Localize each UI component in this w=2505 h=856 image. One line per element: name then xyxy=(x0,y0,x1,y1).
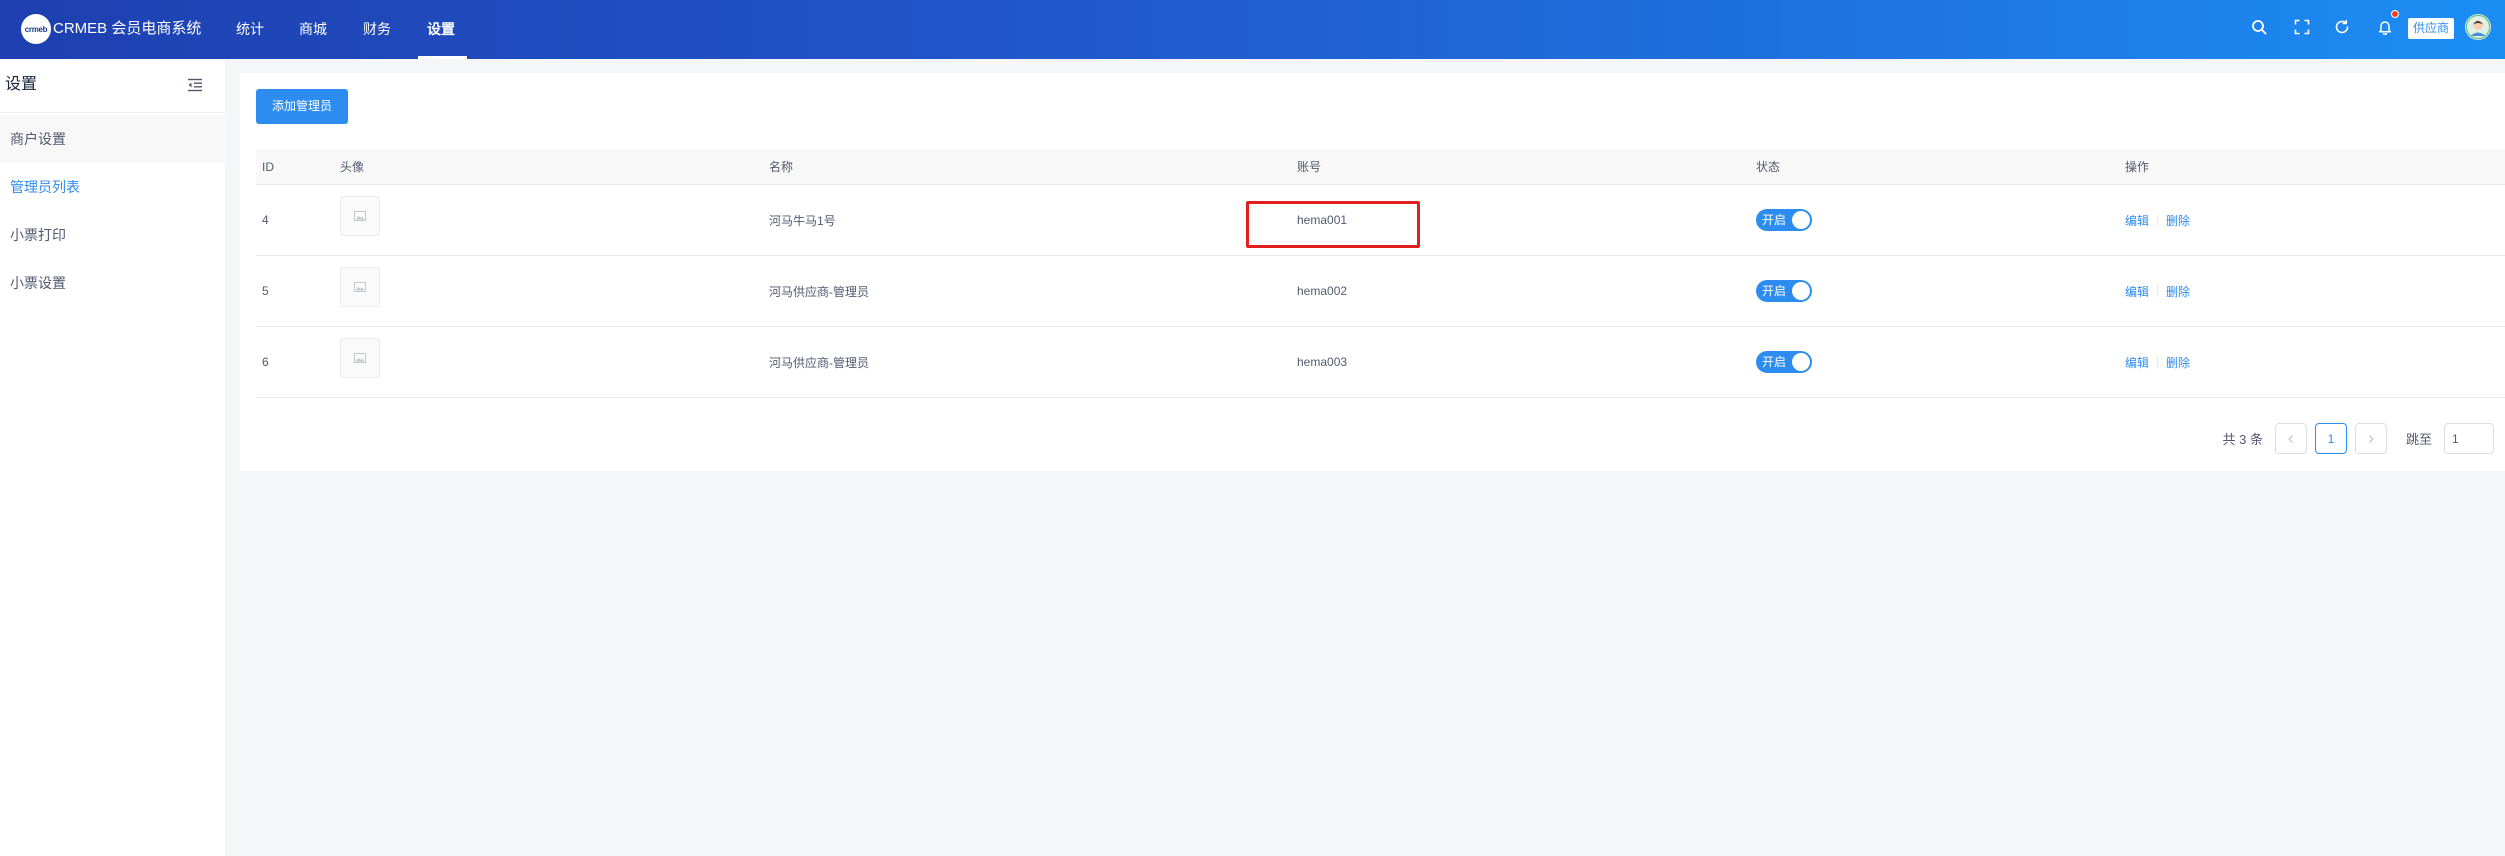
notification-dot xyxy=(2391,10,2399,18)
status-switch[interactable]: 开启 xyxy=(1756,351,1812,373)
edit-link[interactable]: 编辑 xyxy=(2125,212,2149,229)
brand-logo[interactable]: crmeb xyxy=(21,14,51,44)
action-divider xyxy=(2157,214,2159,226)
pagination-jump-input[interactable] xyxy=(2444,423,2494,454)
image-placeholder-icon xyxy=(354,211,366,221)
admin-table: ID 头像 名称 账号 状态 操作 4 河马牛马1号 hema001 开启 编辑… xyxy=(256,149,2505,398)
admin-avatar[interactable] xyxy=(340,196,380,236)
cell-actions: 编辑 删除 xyxy=(2119,256,2505,326)
sidebar-header: 设置 xyxy=(0,59,225,113)
status-switch[interactable]: 开启 xyxy=(1756,280,1812,302)
status-switch-label: 开启 xyxy=(1762,284,1787,298)
edit-link[interactable]: 编辑 xyxy=(2125,354,2149,371)
image-placeholder-icon xyxy=(354,353,366,363)
delete-link[interactable]: 删除 xyxy=(2166,212,2190,229)
switch-knob xyxy=(1792,211,1810,229)
table-row: 6 河马供应商-管理员 hema003 开启 编辑 删除 xyxy=(256,327,2505,398)
edit-link[interactable]: 编辑 xyxy=(2125,283,2149,300)
cell-id: 4 xyxy=(262,213,269,227)
cell-avatar xyxy=(334,327,763,397)
switch-knob xyxy=(1792,282,1810,300)
user-avatar[interactable] xyxy=(2465,14,2491,40)
column-header-id: ID xyxy=(262,159,274,174)
sidebar-title: 设置 xyxy=(5,76,38,93)
chevron-left-icon xyxy=(2288,434,2293,443)
switch-knob xyxy=(1792,353,1810,371)
image-placeholder-icon xyxy=(354,282,366,292)
sidebar: 设置 商户设置 管理员列表 小票打印 小票设置 xyxy=(0,59,225,856)
cell-avatar xyxy=(334,185,763,255)
pagination: 共 3 条 1 跳至 xyxy=(2223,423,2494,454)
action-divider xyxy=(2157,285,2159,297)
cell-account: hema001 xyxy=(1297,213,1348,227)
action-divider xyxy=(2157,356,2159,368)
nav-item-stats[interactable]: 统计 xyxy=(236,0,264,59)
nav-active-indicator xyxy=(418,56,467,59)
sidebar-item-merchant-settings[interactable]: 商户设置 xyxy=(0,115,225,163)
column-header-actions: 操作 xyxy=(2125,160,2150,174)
status-switch[interactable]: 开启 xyxy=(1756,209,1812,231)
column-header-avatar: 头像 xyxy=(340,160,365,174)
chevron-right-icon xyxy=(2369,434,2374,443)
sidebar-item-receipt-print[interactable]: 小票打印 xyxy=(0,211,225,259)
column-header-account: 账号 xyxy=(1297,160,1322,174)
nav-item-settings[interactable]: 设置 xyxy=(427,0,455,59)
delete-link[interactable]: 删除 xyxy=(2166,283,2190,300)
column-header-status: 状态 xyxy=(1756,160,1781,174)
admin-list-card: 添加管理员 ID 头像 名称 账号 状态 操作 4 河马牛马1号 hema001… xyxy=(240,73,2505,471)
menu-fold-icon[interactable] xyxy=(187,77,203,93)
admin-avatar[interactable] xyxy=(340,267,380,307)
cell-status: 开启 xyxy=(1750,256,2119,326)
add-admin-button[interactable]: 添加管理员 xyxy=(256,89,348,124)
app-title: CRMEB 会员电商系统 xyxy=(53,20,202,37)
pagination-total: 共 3 条 xyxy=(2222,432,2263,447)
cell-actions: 编辑 删除 xyxy=(2119,185,2505,255)
table-row: 5 河马供应商-管理员 hema002 开启 编辑 删除 xyxy=(256,256,2505,327)
pagination-next-button[interactable] xyxy=(2354,423,2387,454)
cell-name: 河马牛马1号 xyxy=(769,213,836,228)
bell-icon[interactable] xyxy=(2377,19,2393,35)
cell-name: 河马供应商-管理员 xyxy=(769,355,869,370)
cell-account: hema002 xyxy=(1297,284,1348,298)
cell-id: 5 xyxy=(262,284,269,298)
cell-status: 开启 xyxy=(1750,327,2119,397)
role-badge[interactable]: 供应商 xyxy=(2408,18,2454,39)
top-header: crmeb CRMEB 会员电商系统 统计 商城 财务 设置 供应商 xyxy=(0,0,2505,59)
sidebar-item-receipt-settings[interactable]: 小票设置 xyxy=(0,259,225,307)
fullscreen-icon[interactable] xyxy=(2294,19,2310,35)
cell-name: 河马供应商-管理员 xyxy=(769,284,869,299)
status-switch-label: 开启 xyxy=(1762,355,1787,369)
refresh-icon[interactable] xyxy=(2334,19,2350,35)
table-row: 4 河马牛马1号 hema001 开启 编辑 删除 xyxy=(256,185,2505,256)
nav-item-mall[interactable]: 商城 xyxy=(299,0,327,59)
cell-id: 6 xyxy=(262,355,269,369)
cell-account: hema003 xyxy=(1297,355,1348,369)
cell-actions: 编辑 删除 xyxy=(2119,327,2505,397)
logo-text: crmeb xyxy=(24,24,48,34)
search-icon[interactable] xyxy=(2251,19,2267,35)
table-header-row: ID 头像 名称 账号 状态 操作 xyxy=(256,149,2505,185)
status-switch-label: 开启 xyxy=(1762,213,1787,227)
pagination-prev-button[interactable] xyxy=(2274,423,2307,454)
delete-link[interactable]: 删除 xyxy=(2166,354,2190,371)
pagination-page-button[interactable]: 1 xyxy=(2314,423,2347,454)
cell-avatar xyxy=(334,256,763,326)
column-header-name: 名称 xyxy=(769,160,794,174)
sidebar-item-admin-list[interactable]: 管理员列表 xyxy=(0,163,225,211)
cell-status: 开启 xyxy=(1750,185,2119,255)
admin-avatar[interactable] xyxy=(340,338,380,378)
pagination-jump-label: 跳至 xyxy=(2405,432,2432,447)
nav-item-finance[interactable]: 财务 xyxy=(363,0,391,59)
